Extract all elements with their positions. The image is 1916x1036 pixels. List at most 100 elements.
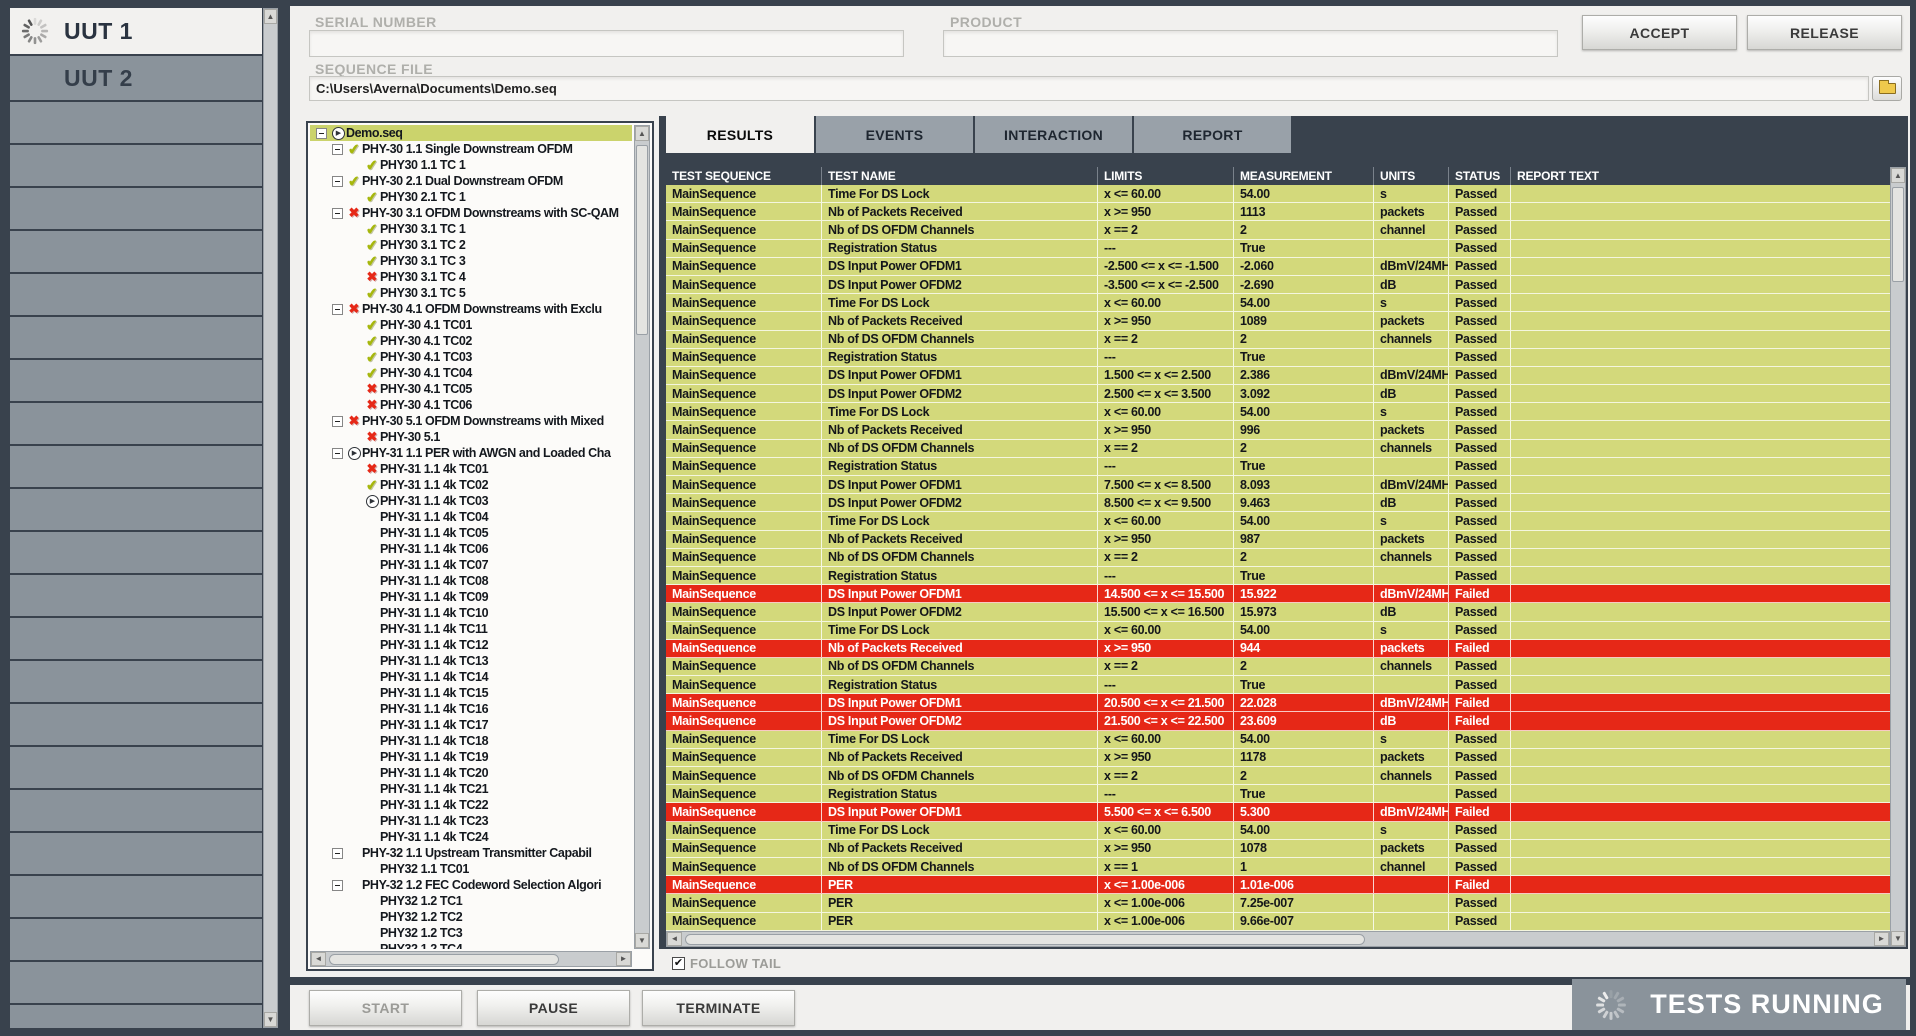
tree-item[interactable]: ✖PHY-31 1.1 4k TC01 xyxy=(310,461,632,477)
scroll-down-icon[interactable]: ▼ xyxy=(264,1012,277,1027)
scroll-down-icon[interactable]: ▼ xyxy=(635,933,649,948)
tree-item[interactable]: PHY-31 1.1 4k TC19 xyxy=(310,749,632,765)
uut-empty-slot[interactable] xyxy=(10,790,262,831)
tree-item[interactable]: ✔PHY30 3.1 TC 1 xyxy=(310,221,632,237)
uut-empty-slot[interactable] xyxy=(10,575,262,616)
uut-empty-slot[interactable] xyxy=(10,532,262,573)
tree-item[interactable]: ✔PHY-30 4.1 TC01 xyxy=(310,317,632,333)
tree-item[interactable]: PHY-31 1.1 4k TC20 xyxy=(310,765,632,781)
result-row[interactable]: MainSequenceDS Input Power OFDM1-2.500 <… xyxy=(666,258,1890,276)
uut-item-2[interactable]: UUT 2 xyxy=(10,56,262,100)
browse-button[interactable] xyxy=(1872,76,1902,101)
result-row[interactable]: MainSequenceTime For DS Lockx <= 60.0054… xyxy=(666,294,1890,312)
scroll-up-icon[interactable]: ▲ xyxy=(1891,168,1905,183)
result-row[interactable]: MainSequenceRegistration Status---TruePa… xyxy=(666,567,1890,585)
collapse-minus-icon[interactable] xyxy=(332,848,343,859)
tree-hscrollbar[interactable]: ◄ ► xyxy=(310,951,632,967)
tree-item[interactable]: PHY-31 1.1 4k TC07 xyxy=(310,557,632,573)
uut-empty-slot[interactable] xyxy=(10,145,262,186)
uut-empty-slot[interactable] xyxy=(10,188,262,229)
uut-empty-slot[interactable] xyxy=(10,446,262,487)
scroll-down-icon[interactable]: ▼ xyxy=(1891,931,1905,946)
result-row[interactable]: MainSequenceTime For DS Lockx <= 60.0054… xyxy=(666,512,1890,530)
result-row[interactable]: MainSequenceDS Input Power OFDM120.500 <… xyxy=(666,694,1890,712)
tree-item[interactable]: PHY-31 1.1 4k TC22 xyxy=(310,797,632,813)
uut-empty-slot[interactable] xyxy=(10,102,262,143)
tab-results[interactable]: RESULTS xyxy=(666,116,816,153)
result-row[interactable]: MainSequenceTime For DS Lockx <= 60.0054… xyxy=(666,731,1890,749)
collapse-minus-icon[interactable] xyxy=(332,448,343,459)
scroll-up-icon[interactable]: ▲ xyxy=(635,126,649,141)
tree-item[interactable]: ▶PHY-31 1.1 PER with AWGN and Loaded Cha xyxy=(310,445,632,461)
result-row[interactable]: MainSequenceNb of DS OFDM Channelsx == 2… xyxy=(666,331,1890,349)
tab-interaction[interactable]: INTERACTION xyxy=(975,116,1134,153)
tree-item[interactable]: ✔PHY30 3.1 TC 3 xyxy=(310,253,632,269)
results-vscrollbar[interactable]: ▲ ▼ xyxy=(1890,167,1906,947)
pause-button[interactable]: PAUSE xyxy=(477,990,630,1026)
uut-empty-slot[interactable] xyxy=(10,489,262,530)
result-row[interactable]: MainSequencePERx <= 1.00e-0069.66e-007Pa… xyxy=(666,913,1890,931)
collapse-minus-icon[interactable] xyxy=(332,176,343,187)
result-row[interactable]: MainSequenceNb of Packets Receivedx >= 9… xyxy=(666,421,1890,439)
tree-item[interactable]: PHY32 1.1 TC01 xyxy=(310,861,632,877)
collapse-minus-icon[interactable] xyxy=(332,416,343,427)
column-header-measurement[interactable]: MEASUREMENT xyxy=(1233,167,1373,185)
column-header-test-name[interactable]: TEST NAME xyxy=(821,167,1097,185)
uut-empty-slot[interactable] xyxy=(10,919,262,960)
tree-item[interactable]: ✔PHY30 1.1 TC 1 xyxy=(310,157,632,173)
tree-item[interactable]: ✖PHY-30 4.1 TC06 xyxy=(310,397,632,413)
sequence-file-input[interactable] xyxy=(309,76,1869,101)
scrollbar-thumb[interactable] xyxy=(685,934,1365,945)
tree-item[interactable]: PHY-31 1.1 4k TC12 xyxy=(310,637,632,653)
tree-item[interactable]: ▶Demo.seq xyxy=(310,125,632,141)
tree-item[interactable]: ✔PHY-31 1.1 4k TC02 xyxy=(310,477,632,493)
tree-item[interactable]: ✔PHY-30 4.1 TC04 xyxy=(310,365,632,381)
tree-item[interactable]: PHY32 1.2 TC1 xyxy=(310,893,632,909)
tree-item[interactable]: ✔PHY-30 4.1 TC03 xyxy=(310,349,632,365)
terminate-button[interactable]: TERMINATE xyxy=(642,990,795,1026)
tree-item[interactable]: ✖PHY30 3.1 TC 4 xyxy=(310,269,632,285)
uut-empty-slot[interactable] xyxy=(10,618,262,659)
collapse-minus-icon[interactable] xyxy=(332,880,343,891)
uut-empty-slot[interactable] xyxy=(10,833,262,874)
tree-item[interactable]: PHY32 1.2 TC4 xyxy=(310,941,632,949)
tree-item[interactable]: PHY-31 1.1 4k TC10 xyxy=(310,605,632,621)
collapse-minus-icon[interactable] xyxy=(332,208,343,219)
result-row[interactable]: MainSequenceNb of DS OFDM Channelsx == 1… xyxy=(666,858,1890,876)
scrollbar-thumb[interactable] xyxy=(329,954,559,965)
tree-item[interactable]: ✖PHY-30 4.1 TC05 xyxy=(310,381,632,397)
uut-empty-slot[interactable] xyxy=(10,661,262,702)
tree-item[interactable]: PHY-31 1.1 4k TC17 xyxy=(310,717,632,733)
tree-item[interactable]: ✖PHY-30 3.1 OFDM Downstreams with SC-QAM xyxy=(310,205,632,221)
uut-empty-slot[interactable] xyxy=(10,403,262,444)
tree-item[interactable]: PHY-31 1.1 4k TC15 xyxy=(310,685,632,701)
tree-item[interactable]: PHY-31 1.1 4k TC13 xyxy=(310,653,632,669)
tree-item[interactable]: PHY-31 1.1 4k TC11 xyxy=(310,621,632,637)
tree-item[interactable]: ✔PHY30 2.1 TC 1 xyxy=(310,189,632,205)
tree-item[interactable]: PHY-31 1.1 4k TC23 xyxy=(310,813,632,829)
tree-item[interactable]: PHY-31 1.1 4k TC24 xyxy=(310,829,632,845)
result-row[interactable]: MainSequenceNb of DS OFDM Channelsx == 2… xyxy=(666,658,1890,676)
uut-empty-slot[interactable] xyxy=(10,274,262,315)
result-row[interactable]: MainSequenceNb of Packets Receivedx >= 9… xyxy=(666,312,1890,330)
column-header-test-sequence[interactable]: TEST SEQUENCE xyxy=(666,167,821,185)
tree-item[interactable]: ✔PHY30 3.1 TC 5 xyxy=(310,285,632,301)
uut-item-1[interactable]: UUT 1 xyxy=(10,8,262,54)
uut-empty-slot[interactable] xyxy=(10,747,262,788)
result-row[interactable]: MainSequenceTime For DS Lockx <= 60.0054… xyxy=(666,822,1890,840)
tree-item[interactable]: PHY-31 1.1 4k TC21 xyxy=(310,781,632,797)
uut-empty-slot[interactable] xyxy=(10,962,262,1003)
result-row[interactable]: MainSequenceRegistration Status---TruePa… xyxy=(666,785,1890,803)
uut-scrollbar[interactable]: ▲ ▼ xyxy=(263,8,278,1028)
result-row[interactable]: MainSequenceNb of Packets Receivedx >= 9… xyxy=(666,749,1890,767)
tab-events[interactable]: EVENTS xyxy=(816,116,975,153)
result-row[interactable]: MainSequenceNb of DS OFDM Channelsx == 2… xyxy=(666,221,1890,239)
result-row[interactable]: MainSequenceNb of Packets Receivedx >= 9… xyxy=(666,203,1890,221)
result-row[interactable]: MainSequenceTime For DS Lockx <= 60.0054… xyxy=(666,622,1890,640)
uut-empty-slot[interactable] xyxy=(10,1005,262,1028)
uut-empty-slot[interactable] xyxy=(10,360,262,401)
tab-report[interactable]: REPORT xyxy=(1134,116,1293,153)
follow-tail-checkbox[interactable]: ✔ xyxy=(672,957,685,970)
result-row[interactable]: MainSequenceRegistration Status---TruePa… xyxy=(666,458,1890,476)
tree-item[interactable]: ✔PHY-30 2.1 Dual Downstream OFDM xyxy=(310,173,632,189)
